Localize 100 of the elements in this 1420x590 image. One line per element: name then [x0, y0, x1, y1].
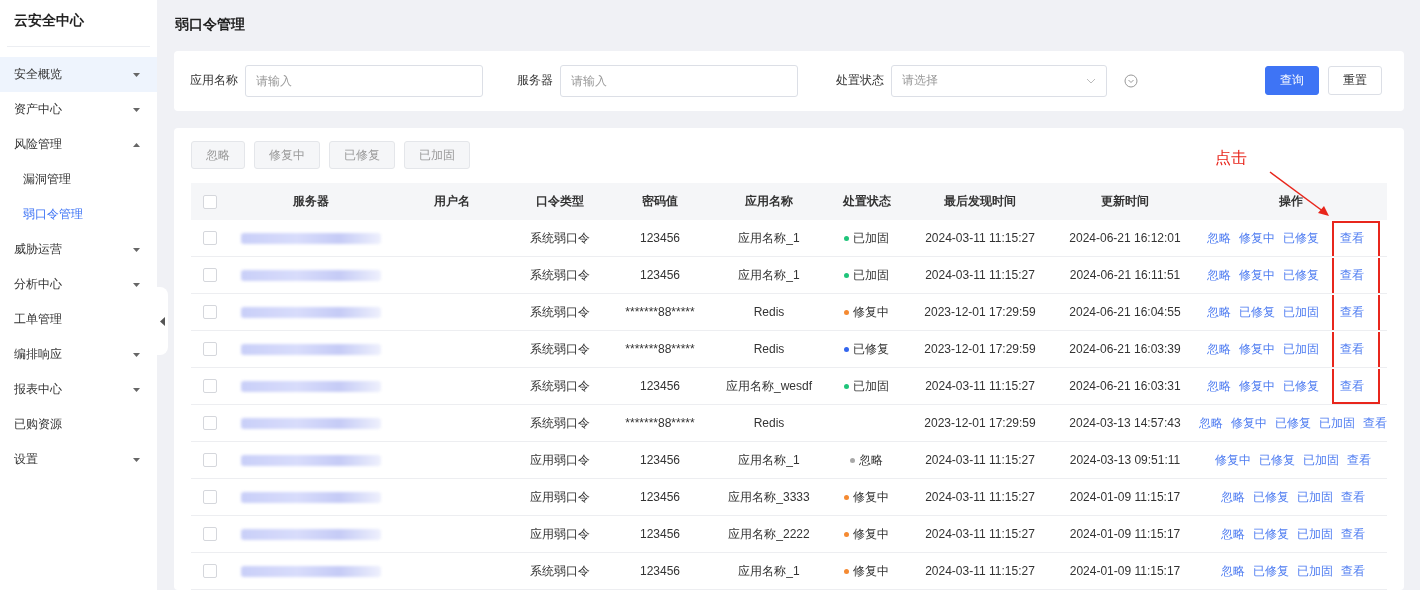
- action-link[interactable]: 查看: [1331, 221, 1380, 255]
- action-link[interactable]: 已加固: [1297, 564, 1333, 578]
- table-cell: 2024-06-21 16:03:31: [1055, 367, 1195, 405]
- action-link[interactable]: 修复中: [1238, 231, 1275, 245]
- query-button[interactable]: 查询: [1265, 66, 1319, 96]
- action-link[interactable]: 已修复: [1253, 527, 1289, 541]
- table-cell: 系统弱口令: [510, 552, 610, 590]
- filter-label: 应用名称: [190, 72, 238, 90]
- sidebar-item-label: 工单管理: [14, 311, 62, 328]
- sidebar-item[interactable]: 报表中心: [0, 372, 157, 407]
- action-link[interactable]: 查看: [1331, 258, 1380, 292]
- row-checkbox[interactable]: [202, 231, 217, 246]
- column-header: 用户名: [393, 183, 510, 220]
- input-field[interactable]: 请输入: [560, 64, 798, 97]
- action-link[interactable]: 查看: [1347, 443, 1371, 477]
- action-link[interactable]: 忽略: [1221, 490, 1245, 504]
- sidebar-item[interactable]: 工单管理: [0, 302, 157, 337]
- action-link[interactable]: 查看: [1341, 517, 1365, 551]
- action-link[interactable]: 查看: [1363, 406, 1387, 440]
- sidebar-subitem[interactable]: 弱口令管理: [0, 197, 157, 232]
- table-cell: 123456: [610, 552, 710, 590]
- action-link[interactable]: 查看: [1331, 332, 1380, 366]
- action-link[interactable]: 已加固: [1282, 342, 1319, 356]
- column-header: 操作: [1195, 183, 1387, 220]
- status-label: 已加固: [844, 267, 889, 282]
- sidebar-item[interactable]: 已购资源: [0, 407, 157, 442]
- input-field[interactable]: 请输入: [245, 64, 483, 97]
- sidebar-item[interactable]: 分析中心: [0, 267, 157, 302]
- action-link[interactable]: 已加固: [1282, 305, 1319, 319]
- row-checkbox[interactable]: [202, 416, 217, 431]
- action-link[interactable]: 已修复: [1282, 379, 1319, 393]
- sidebar-item[interactable]: 资产中心: [0, 92, 157, 127]
- action-link[interactable]: 已修复: [1275, 416, 1311, 430]
- action-link[interactable]: 忽略: [1206, 231, 1231, 245]
- row-checkbox[interactable]: [202, 379, 217, 394]
- table-cell: 系统弱口令: [510, 220, 610, 257]
- sidebar-item[interactable]: 风险管理: [0, 127, 157, 162]
- sidebar-item[interactable]: 威胁运营: [0, 232, 157, 267]
- column-header: 更新时间: [1055, 183, 1195, 220]
- action-link[interactable]: 已加固: [1319, 416, 1355, 430]
- sidebar-item[interactable]: 设置: [0, 442, 157, 477]
- table-cell: 2024-03-11 11:15:27: [905, 478, 1055, 516]
- sidebar-item-label: 编排响应: [14, 346, 62, 363]
- action-link[interactable]: 忽略: [1206, 268, 1231, 282]
- sidebar-item-label: 资产中心: [14, 101, 62, 118]
- action-link[interactable]: 查看: [1331, 295, 1380, 329]
- sidebar-item[interactable]: 安全概览: [0, 57, 157, 92]
- action-link[interactable]: 修复中: [1215, 453, 1251, 467]
- action-link[interactable]: 已加固: [1297, 527, 1333, 541]
- table-cell: 123456: [610, 367, 710, 405]
- action-link[interactable]: 修复中: [1238, 342, 1275, 356]
- collapse-handle[interactable]: [157, 287, 168, 355]
- row-checkbox[interactable]: [202, 490, 217, 505]
- action-link[interactable]: 已修复: [1282, 231, 1319, 245]
- table-cell: Redis: [710, 293, 828, 331]
- action-link[interactable]: 已修复: [1253, 490, 1289, 504]
- action-link[interactable]: 已修复: [1259, 453, 1295, 467]
- row-checkbox[interactable]: [202, 305, 217, 320]
- action-link[interactable]: 忽略: [1206, 305, 1231, 319]
- table-cell: 2024-03-11 11:15:27: [905, 552, 1055, 590]
- row-checkbox[interactable]: [202, 268, 217, 283]
- caret-icon: [133, 387, 140, 392]
- action-link[interactable]: 查看: [1331, 369, 1380, 403]
- row-checkbox[interactable]: [202, 342, 217, 357]
- select-all-checkbox[interactable]: [202, 194, 217, 209]
- action-link[interactable]: 忽略: [1221, 564, 1245, 578]
- action-link[interactable]: 忽略: [1206, 342, 1231, 356]
- table-cell: 系统弱口令: [510, 330, 610, 368]
- action-link[interactable]: 已加固: [1303, 453, 1339, 467]
- table-cell: *******88*****: [610, 293, 710, 331]
- sidebar-item[interactable]: 编排响应: [0, 337, 157, 372]
- action-link[interactable]: 查看: [1341, 554, 1365, 588]
- action-link[interactable]: 忽略: [1199, 416, 1223, 430]
- row-checkbox[interactable]: [202, 527, 217, 542]
- status-label: 修复中: [844, 489, 889, 504]
- expand-icon[interactable]: [1124, 73, 1138, 88]
- table-cell: 应用名称_1: [710, 441, 828, 479]
- action-link[interactable]: 修复中: [1238, 268, 1275, 282]
- action-link[interactable]: 已修复: [1282, 268, 1319, 282]
- select-field[interactable]: 请选择: [891, 64, 1107, 97]
- action-link[interactable]: 修复中: [1238, 379, 1275, 393]
- action-link[interactable]: 已修复: [1253, 564, 1289, 578]
- action-link[interactable]: 已加固: [1297, 490, 1333, 504]
- action-link[interactable]: 已修复: [1238, 305, 1275, 319]
- action-link[interactable]: 忽略: [1221, 527, 1245, 541]
- table-cell: 2024-06-21 16:12:01: [1055, 220, 1195, 257]
- action-link[interactable]: 忽略: [1206, 379, 1231, 393]
- table-cell: 2024-01-09 11:15:17: [1055, 478, 1195, 516]
- table-cell: *******88*****: [610, 404, 710, 442]
- action-link[interactable]: 查看: [1341, 480, 1365, 514]
- page-title: 弱口令管理: [174, 15, 246, 35]
- row-checkbox[interactable]: [202, 453, 217, 468]
- table-cell: 应用名称_3333: [710, 478, 828, 516]
- sidebar-subitem[interactable]: 漏洞管理: [0, 162, 157, 197]
- reset-button[interactable]: 重置: [1328, 66, 1382, 96]
- row-checkbox[interactable]: [202, 564, 217, 579]
- action-link[interactable]: 修复中: [1231, 416, 1267, 430]
- caret-icon: [133, 72, 140, 77]
- table-cell: 应用名称_wesdf: [710, 367, 828, 405]
- status-label: 忽略: [850, 452, 883, 467]
